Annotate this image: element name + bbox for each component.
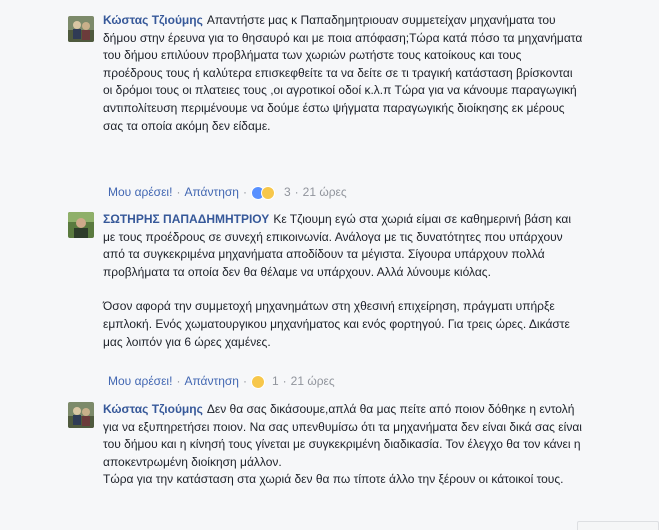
comment-actions: Μου αρέσει! · Απάντηση · 1 · 21 ώρες — [108, 374, 335, 390]
comment-body: Κώστας Τζιούμης Δεν θα σας δικάσουμε,απλά… — [103, 401, 583, 489]
like-link[interactable]: Μου αρέσει! — [108, 374, 172, 388]
comment-author[interactable]: ΣΩΤΗΡΗΣ ΠΑΠΑΔΗΜΗΤΡΙΟΥ — [103, 212, 269, 226]
wow-reaction-icon — [260, 185, 275, 200]
corner-button[interactable] — [577, 521, 659, 530]
reaction-count[interactable]: 3 — [284, 185, 291, 199]
reply-link[interactable]: Απάντηση — [184, 185, 239, 199]
avatar[interactable] — [68, 16, 94, 42]
like-link[interactable]: Μου αρέσει! — [108, 185, 172, 199]
comment-text: Απαντήστε μας κ Παπαδημητριουαν συμμετεί… — [103, 13, 586, 133]
avatar[interactable] — [68, 402, 94, 428]
reply-link[interactable]: Απάντηση — [184, 374, 239, 388]
reaction-count[interactable]: 1 — [272, 374, 279, 388]
comment-body: Κώστας Τζιούμης Απαντήστε μας κ Παπαδημητ… — [103, 12, 583, 135]
comments-panel: Κώστας Τζιούμης Απαντήστε μας κ Παπαδημητ… — [0, 0, 659, 530]
comment-paragraph: Τώρα για την κατάσταση στα χωριά δεν θα … — [103, 472, 564, 487]
comment-actions: Μου αρέσει! · Απάντηση · 3 · 21 ώρες — [108, 185, 347, 201]
comment-author[interactable]: Κώστας Τζιούμης — [103, 402, 203, 416]
reaction-icons[interactable] — [250, 374, 269, 390]
comment-time[interactable]: 21 ώρες — [303, 185, 347, 199]
comment-author[interactable]: Κώστας Τζιούμης — [103, 13, 203, 27]
comment-time[interactable]: 21 ώρες — [291, 374, 335, 388]
reaction-icons[interactable] — [250, 185, 281, 201]
avatar[interactable] — [68, 212, 94, 238]
haha-reaction-icon — [250, 374, 265, 389]
comment-paragraph: Όσον αφορά την συμμετοχή μηχανημάτων στη… — [103, 299, 574, 349]
comment-body: ΣΩΤΗΡΗΣ ΠΑΠΑΔΗΜΗΤΡΙΟΥ Κε Τζιουμη εγώ στα … — [103, 211, 583, 351]
